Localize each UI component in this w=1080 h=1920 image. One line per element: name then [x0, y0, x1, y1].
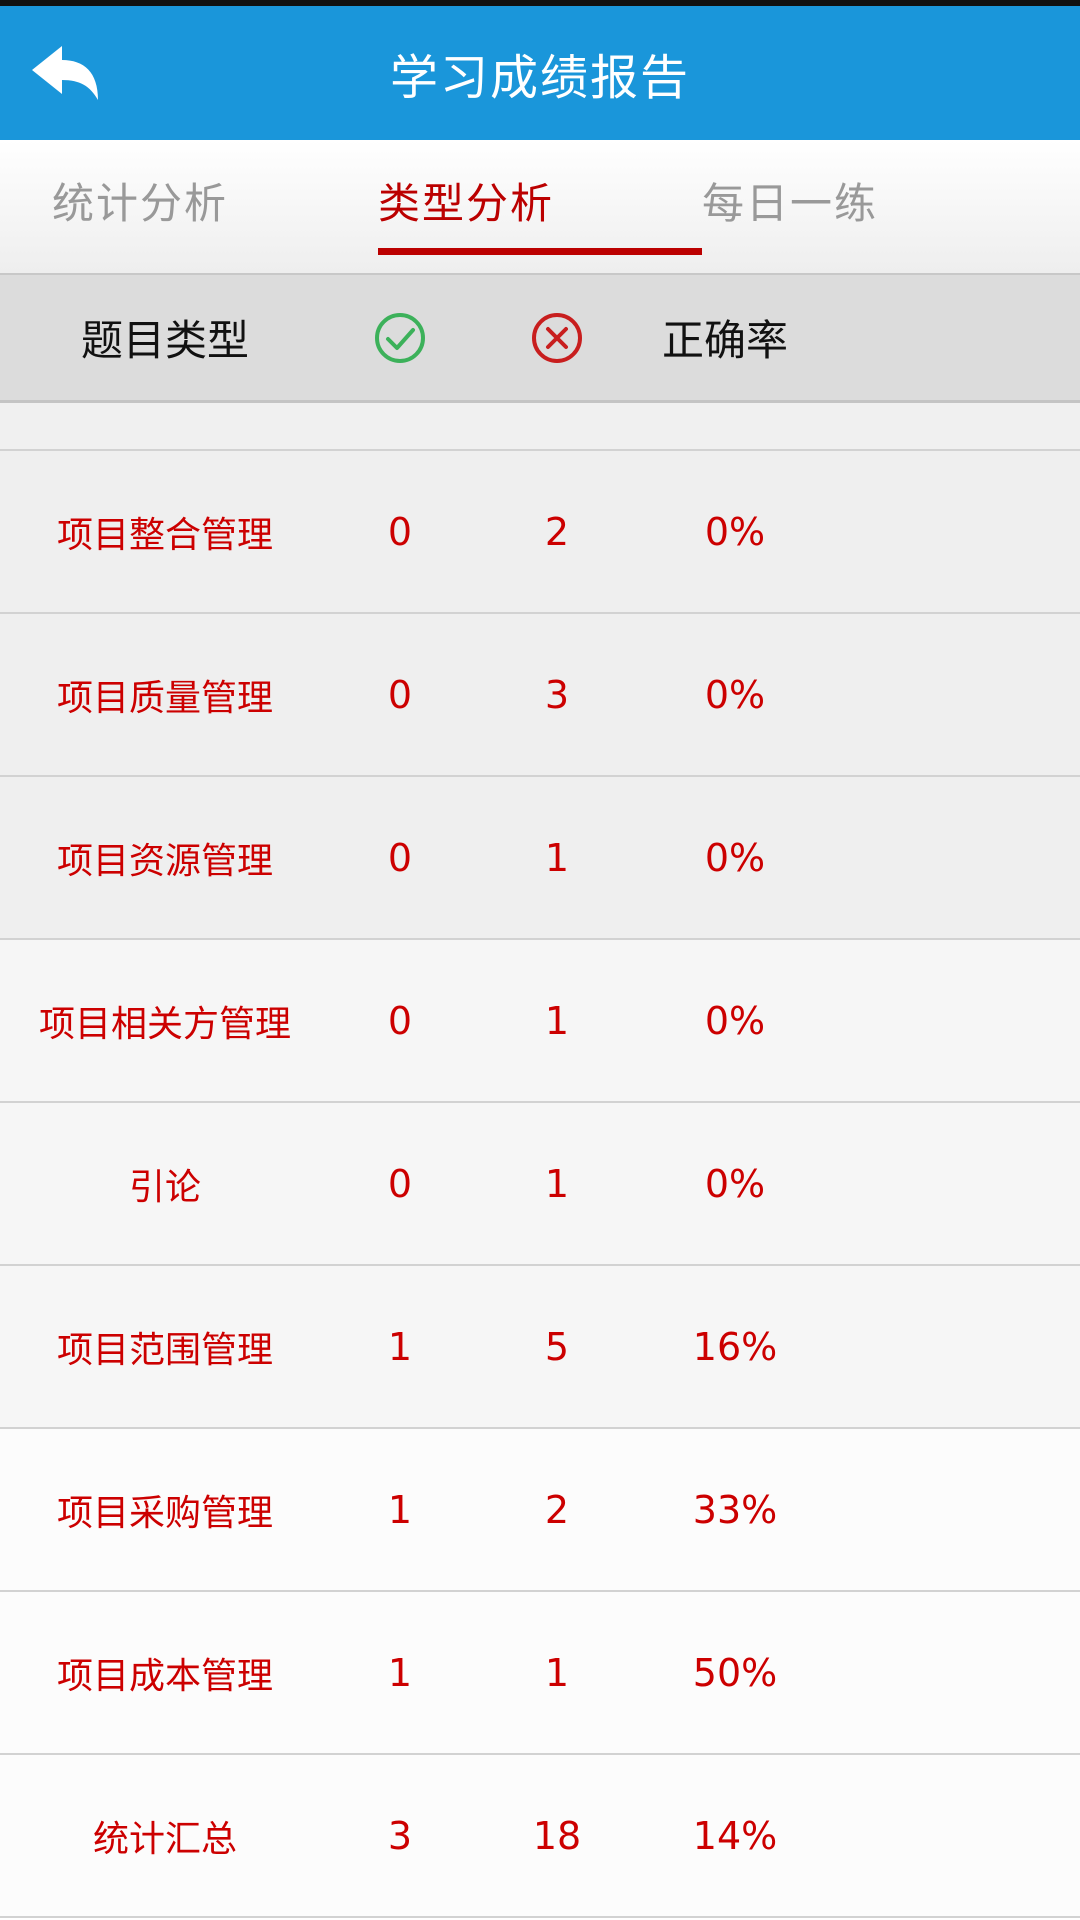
row-type-name: 统计汇总 — [92, 1818, 237, 1860]
x-circle-icon — [532, 312, 582, 363]
header-wrong — [497, 275, 617, 400]
row-wrong-count: 1 — [544, 1650, 570, 1695]
check-circle-icon — [375, 312, 425, 363]
row-correct-count: 3 — [387, 1813, 413, 1858]
active-tab-indicator — [378, 248, 702, 255]
row-type-name: 引论 — [128, 1166, 201, 1208]
header-accuracy: 正确率 — [661, 316, 788, 365]
table-row[interactable]: 引论 0 1 0% — [0, 1103, 1080, 1266]
row-type-name: 项目采购管理 — [56, 1492, 273, 1534]
row-type-name: 项目资源管理 — [56, 840, 273, 882]
tab-statistics[interactable]: 统计分析 — [52, 170, 228, 231]
row-accuracy: 33% — [692, 1487, 778, 1532]
table-header: 题目类型 正确率 — [0, 273, 1080, 403]
row-accuracy: 0% — [704, 672, 766, 717]
header-correct — [340, 275, 460, 400]
row-type-name: 项目范围管理 — [56, 1329, 273, 1371]
table-row[interactable]: 项目范围管理 1 5 16% — [0, 1266, 1080, 1429]
row-accuracy: 50% — [692, 1650, 778, 1695]
table-row[interactable]: 项目相关方管理 0 1 0% — [0, 940, 1080, 1103]
row-accuracy: 0% — [704, 509, 766, 554]
row-type-name: 项目质量管理 — [56, 677, 273, 719]
row-wrong-count: 1 — [544, 998, 570, 1043]
type-analysis-table: 项目整合管理 0 2 0% 项目质量管理 0 3 0% 项目资源管理 0 1 0… — [0, 451, 1080, 1918]
row-type-name: 项目整合管理 — [56, 514, 273, 556]
row-wrong-count: 2 — [544, 1487, 570, 1532]
row-accuracy: 0% — [704, 1161, 766, 1206]
row-accuracy: 14% — [692, 1813, 778, 1858]
table-row[interactable]: 项目资源管理 0 1 0% — [0, 777, 1080, 940]
table-row[interactable]: 项目整合管理 0 2 0% — [0, 451, 1080, 614]
row-correct-count: 1 — [387, 1487, 413, 1532]
row-correct-count: 1 — [387, 1650, 413, 1695]
app-bar: 学习成绩报告 — [0, 6, 1080, 140]
table-top-spacer — [0, 403, 1080, 451]
row-wrong-count: 2 — [544, 509, 570, 554]
table-row[interactable]: 项目采购管理 1 2 33% — [0, 1429, 1080, 1592]
row-accuracy: 0% — [704, 998, 766, 1043]
row-wrong-count: 1 — [544, 1161, 570, 1206]
row-type-name: 项目成本管理 — [56, 1655, 273, 1697]
row-correct-count: 0 — [387, 672, 413, 717]
page-title: 学习成绩报告 — [389, 50, 690, 106]
table-row[interactable]: 项目成本管理 1 1 50% — [0, 1592, 1080, 1755]
row-wrong-count: 3 — [544, 672, 570, 717]
row-wrong-count: 18 — [532, 1813, 582, 1858]
row-correct-count: 0 — [387, 1161, 413, 1206]
header-question-type: 题目类型 — [80, 316, 249, 365]
row-correct-count: 0 — [387, 998, 413, 1043]
row-correct-count: 1 — [387, 1324, 413, 1369]
row-correct-count: 0 — [387, 835, 413, 880]
row-accuracy: 0% — [704, 835, 766, 880]
row-accuracy: 16% — [692, 1324, 778, 1369]
tab-daily-practice[interactable]: 每日一练 — [702, 170, 878, 231]
tab-bar: 统计分析 类型分析 每日一练 — [0, 140, 1080, 273]
row-correct-count: 0 — [387, 509, 413, 554]
row-wrong-count: 5 — [544, 1324, 570, 1369]
table-row[interactable]: 项目质量管理 0 3 0% — [0, 614, 1080, 777]
row-wrong-count: 1 — [544, 835, 570, 880]
table-row-summary[interactable]: 统计汇总 3 18 14% — [0, 1755, 1080, 1918]
tab-type-analysis[interactable]: 类型分析 — [378, 170, 554, 231]
row-type-name: 项目相关方管理 — [38, 1003, 291, 1045]
